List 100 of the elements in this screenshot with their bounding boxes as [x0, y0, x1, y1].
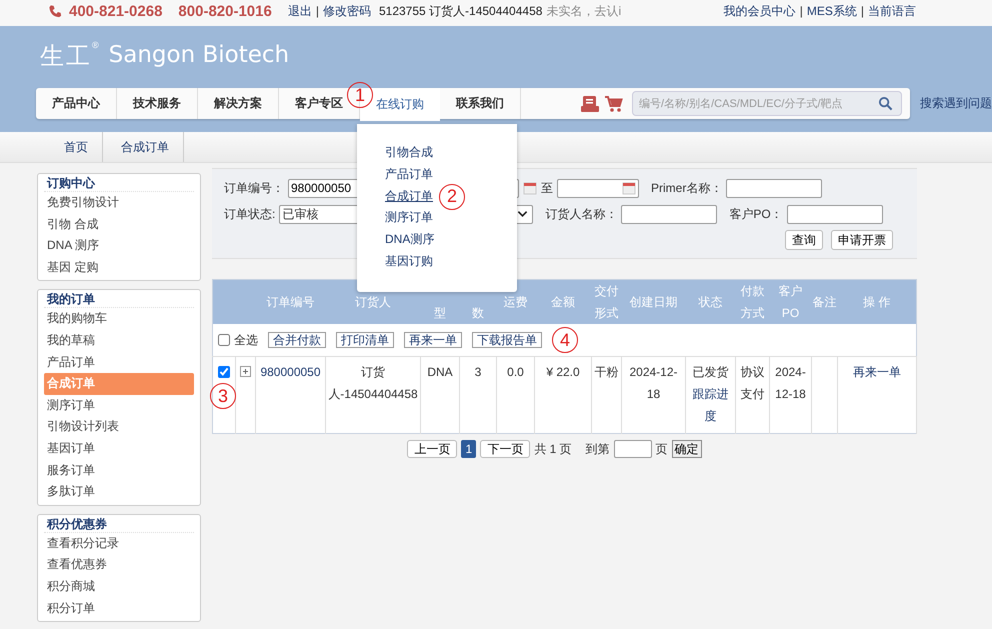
select-all-checkbox[interactable] — [218, 334, 230, 346]
calendar-icon[interactable] — [622, 181, 636, 195]
phone-number: 800-820-1016 — [178, 2, 272, 20]
column-header: 创建日期 — [630, 295, 678, 309]
sidebar-heading: 我的订单 — [44, 291, 194, 308]
header-link[interactable]: 当前语言 — [868, 2, 916, 20]
column-header: 备注 — [812, 295, 836, 309]
menu-item[interactable]: 引物合成 — [385, 142, 433, 164]
table-cell: ¥ 22.0 — [534, 356, 592, 434]
row-checkbox[interactable] — [218, 366, 230, 378]
track-link[interactable]: 跟踪进度 — [687, 383, 734, 427]
table-cell: 2024-12-18 — [770, 356, 812, 434]
document-icon[interactable] — [580, 94, 600, 112]
sidebar-item[interactable]: 免费引物设计 — [44, 192, 194, 214]
calendar-icon[interactable] — [523, 181, 537, 195]
column-header: 客户PO — [778, 284, 802, 320]
header-link[interactable]: 我的会员中心 — [724, 2, 796, 20]
table-cell: 协议支付 — [736, 356, 770, 434]
phone-icon — [48, 4, 63, 18]
toolbar-button[interactable]: 再来一单 — [404, 332, 462, 348]
logo-text: Sangon Biotech — [108, 42, 290, 68]
sidebar-heading: 订购中心 — [44, 175, 194, 192]
header-link[interactable]: 退出 — [288, 2, 312, 20]
column-header: 数 — [472, 306, 484, 320]
page-unit: 页 — [656, 440, 668, 458]
breadcrumb-item[interactable]: 合成订单 — [103, 132, 184, 162]
separator: | — [860, 4, 864, 18]
field-label: 订货人名称： — [545, 206, 618, 222]
confirm-button[interactable]: 确定 — [672, 440, 702, 458]
menu-item[interactable]: 基因订购 — [385, 250, 433, 273]
breadcrumb-item[interactable]: 首页 — [46, 132, 103, 162]
sidebar-item[interactable]: 我的草稿 — [44, 330, 194, 352]
filter-button[interactable]: 查询 — [785, 230, 823, 250]
field-label: 订单状态: — [224, 206, 276, 222]
annotation-marker: 2 — [439, 184, 465, 210]
sidebar-item[interactable]: DNA 测序 — [44, 235, 194, 257]
toolbar-button[interactable]: 合并付款 — [268, 332, 326, 348]
search-field[interactable]: 编号/名称/别名/CAS/MDL/EC/分子式/靶点 — [632, 91, 902, 116]
expand-icon[interactable] — [240, 366, 251, 377]
field-label: Primer名称： — [651, 180, 722, 196]
search-icon[interactable] — [878, 96, 893, 111]
sidebar-heading: 积分优惠券 — [44, 516, 194, 533]
column-header: 操 作 — [863, 295, 890, 309]
sidebar-item[interactable]: 测序订单 — [44, 394, 194, 416]
sidebar-item[interactable]: 基因订单 — [44, 438, 194, 460]
menu-item[interactable]: 测序订单 — [385, 207, 433, 230]
sidebar-item[interactable]: 积分商城 — [44, 576, 194, 598]
sidebar-item[interactable]: 查看优惠券 — [44, 554, 194, 576]
sidebar-item[interactable]: 服务订单 — [44, 460, 194, 482]
column-header: 付款方式 — [740, 284, 764, 320]
reorder-link[interactable]: 再来一单 — [839, 361, 915, 383]
chevron-icon[interactable] — [517, 210, 528, 218]
page-number[interactable]: 1 — [461, 440, 476, 458]
header-link[interactable]: 修改密码 — [322, 2, 371, 20]
field-label: 订单编号： — [224, 180, 284, 196]
phone-number: 400-821-0268 — [69, 2, 162, 20]
toolbar-button[interactable]: 下载报告单 — [472, 332, 542, 348]
separator: | — [800, 4, 803, 18]
table-cell: 干粉 — [592, 356, 622, 434]
sidebar-item[interactable]: 我的购物车 — [44, 308, 194, 330]
menu-item[interactable]: DNA测序 — [385, 229, 434, 251]
column-header: 运费 — [504, 295, 528, 309]
page-input[interactable] — [614, 440, 652, 458]
checkbox-label: 全选 — [234, 332, 258, 348]
customer-po-field[interactable] — [786, 204, 883, 224]
prev-page-button[interactable]: 上一页 — [407, 440, 458, 458]
column-header: 金额 — [551, 295, 575, 309]
search-help-link[interactable]: 搜索遇到问题 — [920, 95, 992, 112]
menu-item[interactable]: 产品订单 — [385, 164, 433, 186]
column-header: 型 — [434, 306, 446, 320]
menu-item[interactable]: 合成订单 — [385, 186, 433, 208]
nav-tab[interactable]: 产品中心 — [36, 88, 117, 119]
sidebar-item[interactable]: 积分订单 — [44, 598, 194, 620]
field-label: 至 — [541, 180, 553, 196]
nav-tab[interactable]: 联系我们 — [440, 88, 521, 119]
verify-notice: 未实名，去认i — [546, 2, 622, 20]
table-cell: 3 — [460, 356, 496, 434]
filter-button[interactable]: 申请开票 — [831, 230, 893, 250]
annotation-marker: 4 — [552, 327, 578, 353]
sidebar-item[interactable]: 基因 定购 — [44, 256, 194, 278]
sidebar-item[interactable]: 引物 合成 — [44, 214, 194, 236]
toolbar-button[interactable]: 打印清单 — [336, 332, 394, 348]
cart-icon[interactable] — [604, 94, 624, 112]
sidebar-item[interactable]: 查看积分记录 — [44, 532, 194, 554]
nav-tab[interactable]: 解决方案 — [198, 88, 279, 119]
page-total: 共 1 页 — [534, 440, 572, 458]
table-cell: 订货人-14504404458 — [326, 356, 420, 434]
order-number-link[interactable]: 980000050 — [257, 361, 324, 383]
nav-tab[interactable]: 技术服务 — [117, 88, 198, 119]
primer-name-field[interactable] — [726, 178, 822, 198]
sidebar-item[interactable]: 引物设计列表 — [44, 416, 194, 438]
sidebar-item[interactable]: 多肽订单 — [44, 481, 194, 503]
sidebar-item[interactable]: 产品订单 — [44, 352, 194, 374]
next-page-button[interactable]: 下一页 — [480, 440, 530, 458]
column-header: 交付形式 — [594, 284, 618, 320]
annotation-marker: 1 — [347, 82, 373, 108]
header-link[interactable]: MES系统 — [806, 2, 857, 20]
date-field[interactable] — [557, 178, 639, 198]
orderer-name-field[interactable] — [621, 204, 718, 224]
field-label: 客户PO： — [729, 206, 783, 222]
